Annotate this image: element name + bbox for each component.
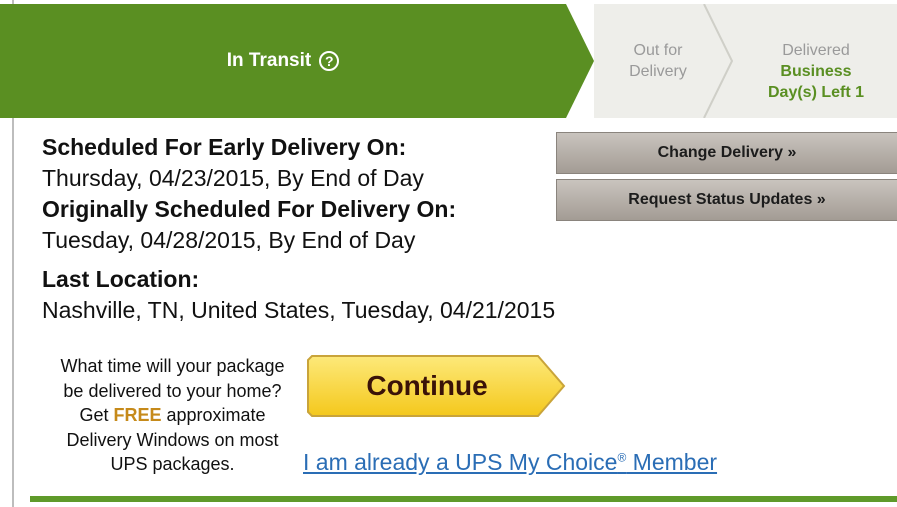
original-delivery-heading: Originally Scheduled For Delivery On: (42, 196, 457, 222)
change-delivery-button[interactable]: Change Delivery » (556, 132, 897, 174)
registered-mark: ® (617, 450, 627, 465)
early-delivery-heading: Scheduled For Early Delivery On: (42, 134, 407, 160)
shipment-progress-tracker: In Transit ? Out for Delivery Delivered … (0, 4, 897, 118)
early-delivery-date: Thursday, 04/23/2015, By End of Day (42, 165, 424, 191)
original-delivery-date: Tuesday, 04/28/2015, By End of Day (42, 227, 416, 253)
days-left-line2: Day(s) Left 1 (767, 84, 865, 101)
member-link-text: I am already a UPS My Choice (303, 449, 618, 475)
promo-line4: Delivery Windows on most (66, 429, 279, 450)
step-out-line1: Out for (633, 42, 683, 59)
delivery-info: Scheduled For Early Delivery On: Thursda… (42, 132, 642, 326)
step-delivered-label: Delivered (782, 42, 850, 59)
promo-line3-post: approximate (161, 405, 266, 425)
continue-label: Continue (366, 370, 488, 401)
delivery-window-promo: What time will your package be delivered… (40, 354, 305, 477)
last-location-value: Nashville, TN, United States, Tuesday, 0… (42, 297, 556, 323)
days-left-line1: Business (780, 63, 852, 80)
step-in-transit-label-wrap: In Transit ? (0, 4, 566, 118)
step-out-for-delivery: Out for Delivery (600, 40, 716, 82)
step-delivered: Delivered Business Day(s) Left 1 (738, 40, 894, 103)
help-icon[interactable]: ? (319, 51, 340, 71)
promo-line3-pre: Get (79, 405, 114, 425)
step-out-line2: Delivery (629, 63, 687, 80)
promo-line1: What time will your package (60, 356, 285, 376)
member-link-suffix: Member (626, 449, 718, 475)
promo-line5: UPS packages. (110, 454, 235, 474)
step-in-transit-label: In Transit (226, 50, 312, 71)
last-location-heading: Last Location: (42, 266, 200, 292)
my-choice-member-link[interactable]: I am already a UPS My Choice® Member (303, 449, 717, 476)
bottom-border (30, 496, 897, 502)
continue-button[interactable]: Continue (306, 354, 568, 418)
request-status-updates-button[interactable]: Request Status Updates » (556, 179, 897, 221)
promo-free: FREE (113, 405, 162, 425)
promo-line2: be delivered to your home? (63, 380, 282, 401)
